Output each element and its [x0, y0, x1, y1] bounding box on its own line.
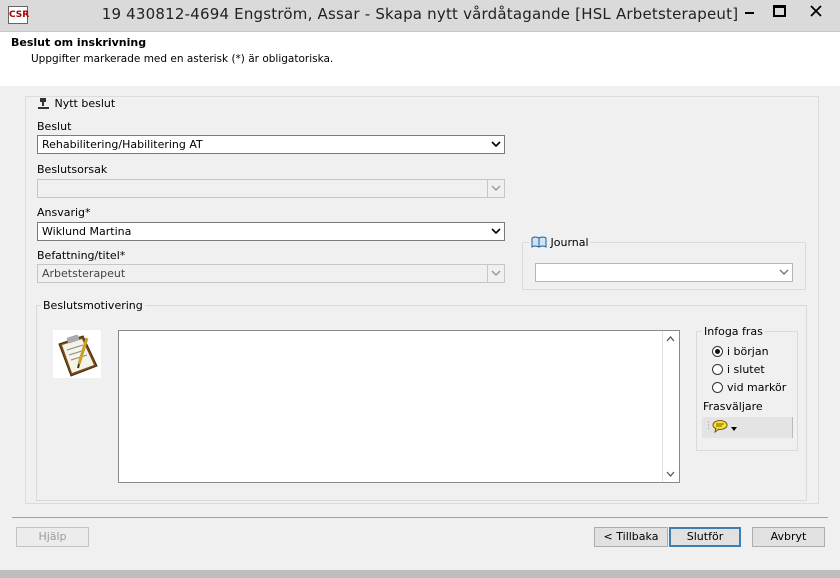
- scroll-up-icon[interactable]: [666, 336, 675, 342]
- beslutsorsak-label: Beslutsorsak: [37, 163, 108, 176]
- journal-select[interactable]: [535, 263, 793, 282]
- title-bar: CSR 19 430812-4694 Engström, Assar - Ska…: [0, 0, 840, 32]
- minimize-icon: [744, 12, 754, 14]
- close-button[interactable]: [794, 0, 838, 22]
- radio-i-slutet[interactable]: [712, 364, 723, 375]
- scroll-down-icon[interactable]: [666, 471, 675, 477]
- footer-separator: [12, 517, 828, 518]
- journal-label: Journal: [550, 236, 589, 249]
- maximize-button[interactable]: [764, 0, 794, 22]
- ansvarig-select[interactable]: Wiklund Martina: [37, 222, 505, 241]
- radio-i-slutet-label: i slutet: [727, 363, 765, 376]
- radio-i-borjan-label: i början: [727, 345, 769, 358]
- beslut-select[interactable]: Rehabilitering/Habilitering AT: [37, 135, 505, 154]
- frasvaljare-toolbar: ⋮: [702, 417, 793, 438]
- chevron-down-icon[interactable]: [488, 136, 504, 153]
- befattning-select[interactable]: Arbetsterapeut: [37, 264, 505, 283]
- radio-vid-markor[interactable]: [712, 382, 723, 393]
- clipboard-icon: [53, 330, 101, 378]
- maximize-icon: [772, 5, 786, 17]
- cancel-button[interactable]: Avbryt: [752, 527, 825, 547]
- motivering-textarea[interactable]: [118, 330, 680, 483]
- beslut-value: Rehabilitering/Habilitering AT: [42, 138, 203, 151]
- gavel-icon: [38, 98, 49, 109]
- help-button[interactable]: Hjälp: [16, 527, 89, 547]
- finish-button[interactable]: Slutför: [669, 527, 741, 547]
- book-icon: [531, 236, 547, 248]
- group-title: Nytt beslut: [54, 97, 116, 110]
- page-subtitle: Uppgifter markerade med en asterisk (*) …: [31, 53, 334, 65]
- ansvarig-label: Ansvarig*: [37, 206, 91, 219]
- chevron-down-icon[interactable]: [776, 264, 792, 281]
- page-title: Beslut om inskrivning: [11, 36, 147, 49]
- beslutsorsak-select[interactable]: [37, 179, 505, 198]
- dropdown-arrow-icon: [731, 427, 737, 431]
- befattning-label: Befattning/titel*: [37, 249, 126, 262]
- infoga-fras-title: Infoga fras: [702, 325, 765, 338]
- window-title: 19 430812-4694 Engström, Assar - Skapa n…: [101, 5, 739, 23]
- radio-vid-markor-label: vid markör: [727, 381, 787, 394]
- chevron-down-icon[interactable]: [488, 223, 504, 240]
- frasvaljare-label: Frasväljare: [703, 400, 763, 413]
- chevron-down-icon[interactable]: [487, 180, 504, 197]
- ansvarig-value: Wiklund Martina: [42, 225, 132, 238]
- speech-bubble-icon: [712, 420, 728, 434]
- motivering-scrollbar[interactable]: [662, 331, 679, 482]
- close-icon: [810, 5, 822, 17]
- radio-i-borjan[interactable]: [712, 346, 723, 357]
- befattning-value: Arbetsterapeut: [42, 267, 126, 280]
- beslut-label: Beslut: [37, 120, 72, 133]
- motivering-label: Beslutsmotivering: [41, 299, 145, 312]
- frasvaljare-dropdown-button[interactable]: [712, 420, 738, 435]
- back-button[interactable]: < Tillbaka: [594, 527, 668, 547]
- minimize-button[interactable]: [734, 0, 764, 22]
- window-bottom-edge: [0, 570, 840, 578]
- chevron-down-icon[interactable]: [487, 265, 504, 282]
- wizard-header: Beslut om inskrivning Uppgifter markerad…: [0, 32, 840, 86]
- group-header: Nytt beslut: [36, 97, 118, 110]
- journal-header: Journal: [529, 236, 591, 249]
